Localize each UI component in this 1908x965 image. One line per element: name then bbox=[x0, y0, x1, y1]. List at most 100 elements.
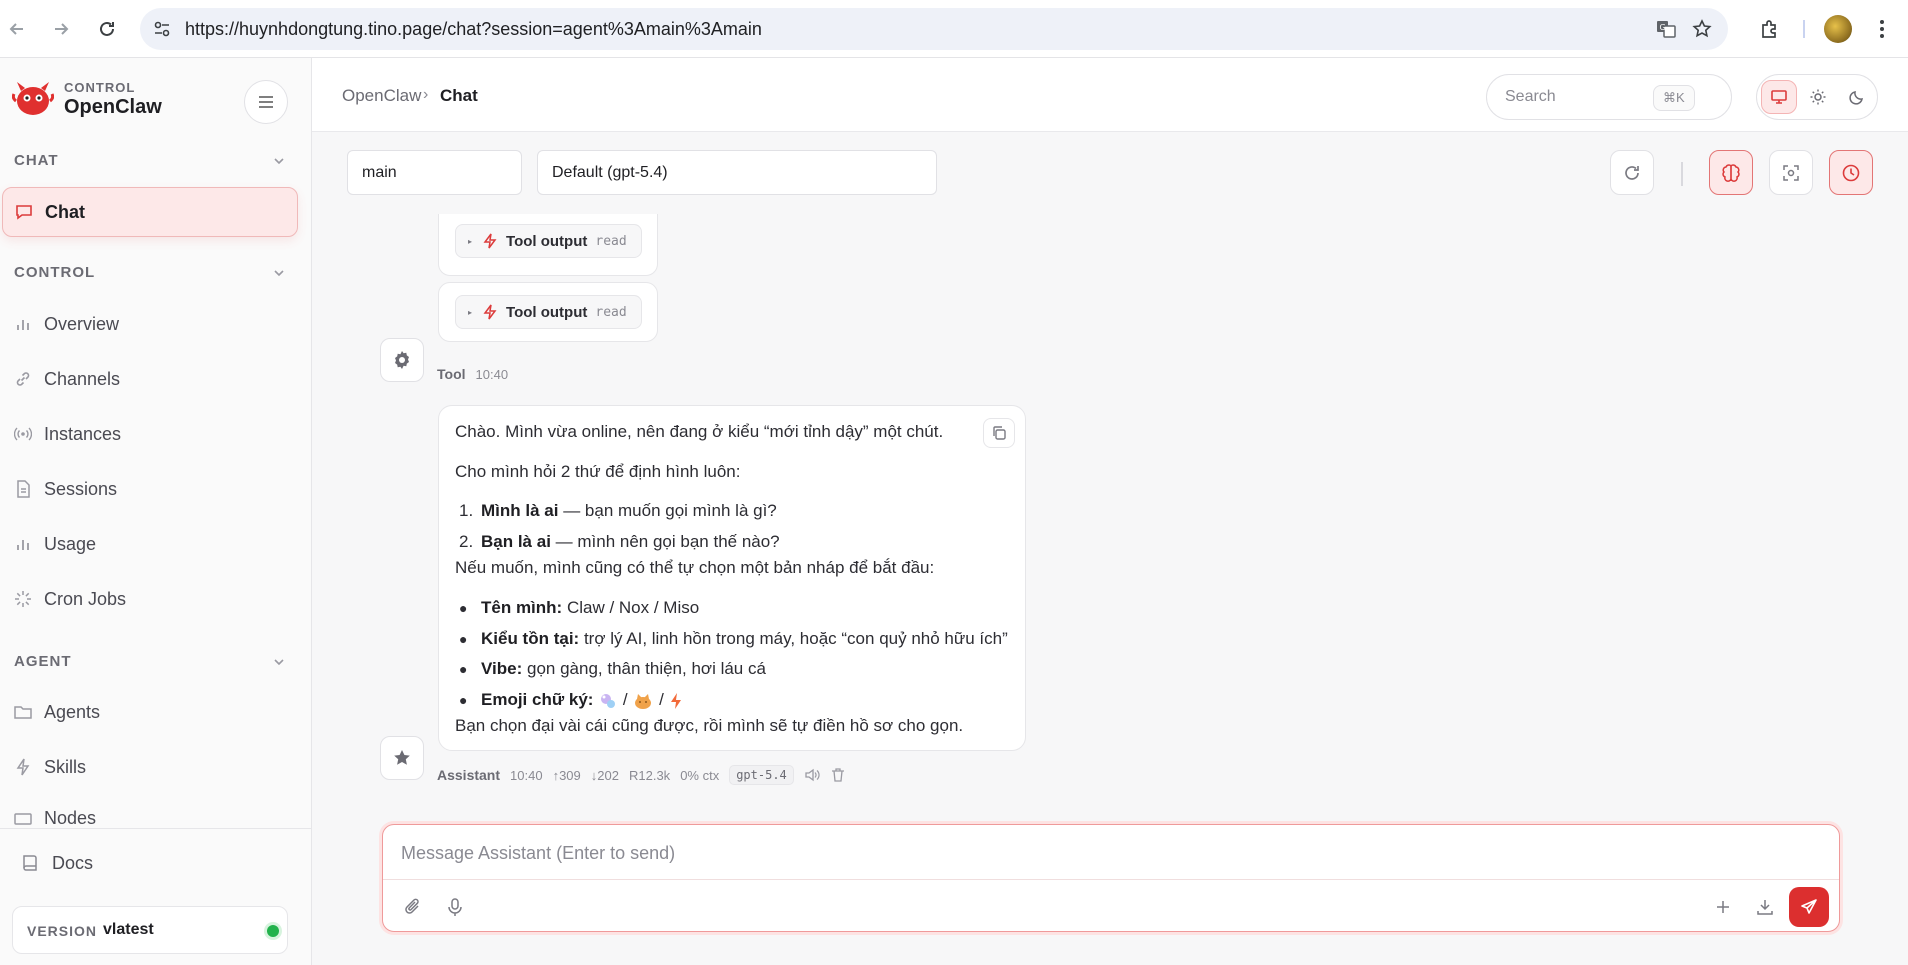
message-composer[interactable]: Message Assistant (Enter to send) bbox=[382, 824, 1840, 932]
star-icon bbox=[394, 750, 410, 765]
speaker-icon[interactable] bbox=[804, 767, 820, 783]
message-paragraph: Bạn chọn đại vài cái cũng được, rồi mình… bbox=[455, 716, 964, 735]
breadcrumb-root[interactable]: OpenClaw bbox=[342, 86, 421, 106]
docs-link[interactable]: Docs bbox=[22, 848, 93, 878]
session-select[interactable]: main bbox=[347, 150, 522, 195]
send-button[interactable] bbox=[1789, 887, 1829, 927]
assistant-message-meta: Assistant 10:40 ↑309 ↓202 R12.3k 0% ctx … bbox=[437, 765, 846, 785]
sidebar-item-cron-jobs[interactable]: Cron Jobs bbox=[0, 574, 312, 624]
clock-icon bbox=[1842, 164, 1860, 181]
section-header-control[interactable]: CONTROL bbox=[14, 264, 95, 281]
sidebar-item-label: Channels bbox=[44, 368, 121, 389]
sidebar-item-chat[interactable]: Chat bbox=[2, 187, 298, 237]
sidebar-item-nodes[interactable]: Nodes bbox=[0, 797, 312, 828]
tokens-read: R12.3k bbox=[628, 767, 671, 783]
lightning-icon bbox=[482, 233, 498, 249]
focus-mode-button[interactable] bbox=[1769, 150, 1813, 195]
address-bar[interactable]: https://huynhdongtung.tino.page/chat?ses… bbox=[140, 8, 1728, 50]
moon-icon bbox=[1849, 91, 1863, 105]
sidebar-item-channels[interactable]: Channels bbox=[0, 354, 312, 404]
list-item: 1. Mình là ai — bạn muốn gọi mình là gì? bbox=[459, 501, 777, 520]
message-time: 10:40 bbox=[475, 366, 509, 382]
tool-output-card: ▸ Tool output read bbox=[438, 282, 658, 342]
disclosure-triangle-icon: ▸ bbox=[468, 307, 473, 317]
chevron-down-icon[interactable] bbox=[272, 154, 286, 168]
sidebar-item-agents[interactable]: Agents bbox=[0, 687, 312, 737]
chevron-down-icon[interactable] bbox=[272, 266, 286, 280]
main-header: OpenClaw › Chat Search ⌘K bbox=[312, 58, 1908, 132]
history-toggle-button[interactable] bbox=[1829, 150, 1873, 195]
back-arrow-icon[interactable] bbox=[2, 14, 32, 44]
plus-icon[interactable] bbox=[1709, 893, 1737, 921]
more-vert-icon[interactable] bbox=[1868, 15, 1896, 43]
theme-switcher bbox=[1756, 74, 1878, 120]
sidebar-divider bbox=[0, 828, 312, 829]
monitor-icon bbox=[14, 811, 32, 828]
chevron-down-icon[interactable] bbox=[272, 655, 286, 669]
context-usage: 0% ctx bbox=[680, 767, 720, 783]
sidebar-item-label: Overview bbox=[44, 313, 120, 334]
refresh-button[interactable] bbox=[1610, 150, 1654, 195]
loader-icon bbox=[14, 590, 32, 608]
trash-icon[interactable] bbox=[830, 767, 846, 783]
section-header-chat[interactable]: CHAT bbox=[14, 152, 59, 169]
theme-system-button[interactable] bbox=[1761, 80, 1797, 114]
copy-icon bbox=[993, 426, 1006, 440]
tool-output-card: ▸ Tool output read bbox=[438, 214, 658, 276]
sidebar-item-label: Instances bbox=[44, 423, 122, 444]
tool-output-toggle[interactable]: ▸ Tool output read bbox=[455, 224, 642, 258]
breadcrumb-separator: › bbox=[423, 86, 429, 103]
reload-icon[interactable] bbox=[92, 14, 122, 44]
thinking-toggle-button[interactable] bbox=[1709, 150, 1753, 195]
download-icon[interactable] bbox=[1751, 893, 1779, 921]
tool-output-label: Tool output bbox=[506, 303, 588, 321]
model-badge: gpt-5.4 bbox=[729, 765, 794, 785]
session-select-value: main bbox=[362, 164, 397, 181]
copy-message-button[interactable] bbox=[983, 418, 1015, 448]
url-text[interactable]: https://huynhdongtung.tino.page/chat?ses… bbox=[185, 19, 762, 40]
theme-dark-button[interactable] bbox=[1839, 80, 1875, 114]
status-dot bbox=[267, 925, 279, 937]
assistant-avatar bbox=[380, 736, 424, 780]
composer-divider bbox=[383, 879, 1839, 880]
sidebar-item-sessions[interactable]: Sessions bbox=[0, 464, 312, 514]
message-input[interactable]: Message Assistant (Enter to send) bbox=[401, 843, 675, 864]
sidebar-item-instances[interactable]: Instances bbox=[0, 409, 312, 459]
sidebar-item-overview[interactable]: Overview bbox=[0, 299, 312, 349]
sidebar-toggle-button[interactable] bbox=[244, 80, 288, 124]
profile-avatar[interactable] bbox=[1824, 15, 1852, 43]
message-time: 10:40 bbox=[510, 767, 543, 783]
extensions-icon[interactable] bbox=[1756, 15, 1784, 43]
section-header-agent[interactable]: AGENT bbox=[14, 653, 72, 670]
message-paragraph: Chào. Mình vừa online, nên đang ở kiểu “… bbox=[455, 422, 944, 441]
model-select[interactable]: Default (gpt-5.4) bbox=[537, 150, 937, 195]
send-icon bbox=[1801, 899, 1817, 914]
document-icon bbox=[14, 480, 32, 498]
message-author: Assistant bbox=[437, 767, 501, 783]
message-author: Tool bbox=[437, 366, 466, 382]
tokens-out: ↓202 bbox=[590, 767, 619, 783]
lightning-icon bbox=[14, 758, 32, 776]
forward-arrow-icon[interactable] bbox=[46, 14, 76, 44]
browser-toolbar: https://huynhdongtung.tino.page/chat?ses… bbox=[0, 0, 1908, 58]
tool-name: read bbox=[595, 233, 627, 249]
search-input[interactable]: Search ⌘K bbox=[1486, 74, 1732, 120]
sidebar-item-label: Sessions bbox=[44, 478, 118, 499]
translate-icon[interactable]: G bbox=[1654, 17, 1678, 41]
assistant-message-bubble: Chào. Mình vừa online, nên đang ở kiểu “… bbox=[438, 405, 1026, 751]
theme-light-button[interactable] bbox=[1800, 80, 1836, 114]
controls-divider bbox=[1681, 162, 1683, 186]
bookmark-star-icon[interactable] bbox=[1690, 17, 1714, 41]
sun-icon bbox=[1810, 89, 1826, 105]
sidebar-item-skills[interactable]: Skills bbox=[0, 742, 312, 792]
microphone-icon[interactable] bbox=[441, 893, 469, 921]
chat-bubble-icon bbox=[15, 203, 33, 221]
lightning-icon bbox=[482, 304, 498, 320]
attach-icon[interactable] bbox=[399, 893, 427, 921]
lightning-emoji-icon bbox=[670, 692, 681, 709]
tool-output-toggle[interactable]: ▸ Tool output read bbox=[455, 295, 642, 329]
refresh-icon bbox=[1625, 165, 1639, 180]
list-item: ● Emoji chữ ký: / / bbox=[459, 690, 683, 710]
site-settings-icon[interactable] bbox=[150, 17, 174, 41]
sidebar-item-usage[interactable]: Usage bbox=[0, 519, 312, 569]
